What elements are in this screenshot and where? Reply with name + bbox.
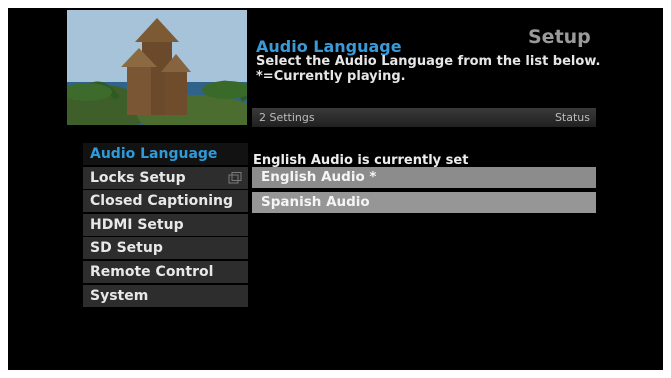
option-label: English Audio * <box>261 169 377 185</box>
preview-image <box>67 10 247 125</box>
option-spanish-audio[interactable]: Spanish Audio <box>252 192 596 213</box>
status-bar: 2 Settings Status <box>252 108 596 127</box>
menu-item-label: HDMI Setup <box>90 216 184 233</box>
screen-title: Setup <box>528 26 591 48</box>
menu-item-sd-setup[interactable]: SD Setup <box>83 237 248 260</box>
menu-item-label: System <box>90 287 149 304</box>
tv-screen: Setup Audio Language Select the Audio La… <box>8 8 663 370</box>
menu-item-label: Closed Captioning <box>90 193 234 210</box>
status-label: Status <box>554 111 590 124</box>
settings-count: 2 Settings <box>259 111 315 124</box>
lock-icon <box>228 171 242 184</box>
menu-item-locks-setup[interactable]: Locks Setup <box>83 166 248 189</box>
menu-item-label: Locks Setup <box>90 169 186 186</box>
instructions-text: Select the Audio Language from the list … <box>256 54 601 84</box>
menu-item-label: Audio Language <box>90 146 218 162</box>
menu-item-label: Remote Control <box>90 263 214 280</box>
menu-item-closed-captioning[interactable]: Closed Captioning <box>83 190 248 213</box>
current-audio-status: English Audio is currently set <box>253 153 469 168</box>
audio-options-list: English Audio * Spanish Audio <box>252 167 596 217</box>
option-english-audio[interactable]: English Audio * <box>252 167 596 188</box>
menu-item-remote-control[interactable]: Remote Control <box>83 260 248 283</box>
menu-item-system[interactable]: System <box>83 284 248 307</box>
setup-menu: Audio Language Locks Setup Closed Captio… <box>83 143 248 308</box>
menu-item-label: SD Setup <box>90 240 163 257</box>
menu-item-hdmi-setup[interactable]: HDMI Setup <box>83 213 248 236</box>
menu-item-audio-language[interactable]: Audio Language <box>83 143 248 165</box>
option-label: Spanish Audio <box>261 194 370 210</box>
